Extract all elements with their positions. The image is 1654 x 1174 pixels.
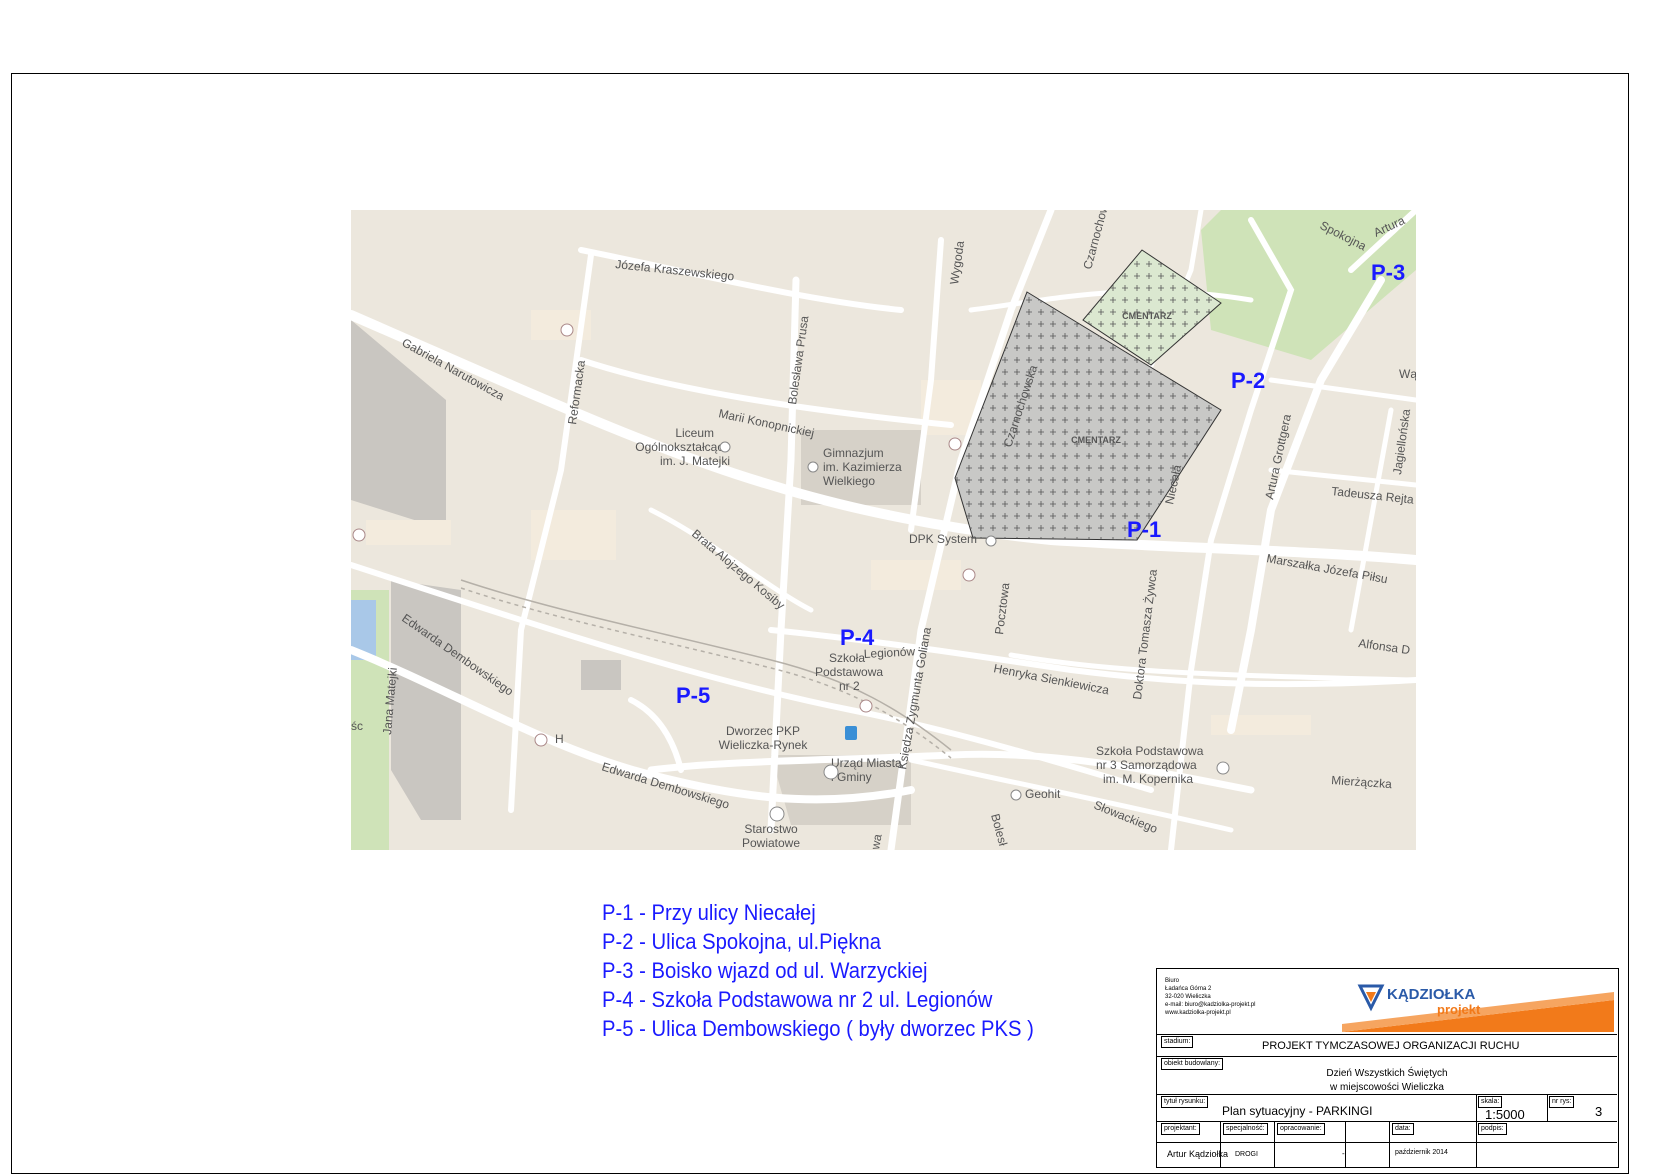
parking-marker-p1[interactable]: P-1 [1127, 517, 1161, 542]
designer-label: projektant: [1161, 1123, 1200, 1135]
place-label: Powiatowe [742, 836, 800, 850]
parking-legend: P-1 - Przy ulicy Niecałej P-2 - Ulica Sp… [602, 898, 1222, 1043]
school-icon [807, 461, 819, 473]
company-logo: KĄDZIOŁKA projekt [1342, 972, 1614, 1032]
designer-value: Artur Kądziołka [1167, 1149, 1229, 1159]
place-label: DPK System [909, 532, 977, 546]
legend-item-p4: P-4 - Szkoła Podstawowa nr 2 ul. Legionó… [602, 987, 993, 1012]
cemetery-label: CMENTARZ [1122, 311, 1172, 321]
parking-marker-p5[interactable]: P-5 [676, 683, 710, 708]
place-label: Liceum [675, 426, 714, 440]
parking-marker-p2[interactable]: P-2 [1231, 368, 1265, 393]
train-station-icon [845, 726, 857, 740]
map-area[interactable]: Józefa Kraszewskiego Gabriela Narutowicz… [351, 210, 1416, 850]
cemetery-label: CMENTARZ [1071, 435, 1121, 445]
place-label: nr 3 Samorządowa [1096, 758, 1197, 772]
date-value: październik 2014 [1395, 1149, 1448, 1156]
school-icon [1216, 761, 1230, 775]
scale-value: 1:5000 [1485, 1107, 1525, 1122]
place-label: Wieliczka-Rynek [719, 738, 809, 752]
hotel-icon [962, 568, 976, 582]
stadium-label: stadium: [1161, 1036, 1194, 1048]
government-icon [823, 764, 839, 780]
signature-label: podpis: [1478, 1123, 1507, 1135]
parking-marker-p4[interactable]: P-4 [840, 625, 875, 650]
place-label: Wielkiego [823, 474, 875, 488]
parking-marker-p3[interactable]: P-3 [1371, 260, 1405, 285]
drawing-title-value: Plan sytuacyjny - PARKINGI [1222, 1104, 1373, 1118]
poi-icon [985, 535, 997, 547]
legend-item-p1: P-1 - Przy ulicy Niecałej [602, 900, 816, 925]
title-block: Biuro Ładańca Górna 2 32-020 Wieliczka e… [1156, 968, 1619, 1168]
place-label: H [555, 732, 564, 746]
place-label: im. M. Kopernika [1103, 772, 1193, 786]
poi-icon [1010, 789, 1022, 801]
street-label: Wą [1399, 367, 1416, 381]
place-label: Dworzec PKP [726, 724, 800, 738]
drafted-label: opracowanie: [1277, 1123, 1325, 1135]
place-label: im. Kazimierza [823, 460, 902, 474]
date-label: data: [1392, 1123, 1414, 1135]
logo-subtext: projekt [1437, 1002, 1481, 1017]
school-icon [859, 699, 873, 713]
school-icon [719, 441, 731, 453]
place-label: Urząd Miasta [831, 756, 902, 770]
place-label: Geohit [1025, 787, 1061, 801]
government-icon [769, 806, 785, 822]
drawing-title-label: tytuł rysunku: [1161, 1096, 1209, 1108]
legend-item-p5: P-5 - Ulica Dembowskiego ( były dworzec … [602, 1016, 1034, 1041]
number-value: 3 [1595, 1104, 1603, 1119]
stadium-value: PROJEKT TYMCZASOWEJ ORGANIZACJI RUCHU [1262, 1040, 1520, 1052]
hotel-icon [352, 528, 366, 542]
place-label: nr 2 [839, 679, 860, 693]
object-value: Dzień Wszystkich Świętych w miejscowości… [1326, 1068, 1448, 1093]
place-label: Ogólnokształcące [635, 440, 730, 454]
place-label: im. J. Matejki [660, 454, 730, 468]
place-label: Szkoła Podstawowa [1096, 744, 1204, 758]
legend-item-p3: P-3 - Boisko wjazd od ul. Warzyckiej [602, 958, 928, 983]
number-label: nr rys: [1549, 1096, 1575, 1108]
hotel-icon [948, 437, 962, 451]
place-label: Starostwo [744, 822, 798, 836]
drafted-value: - [1342, 1149, 1345, 1158]
place-label: Gimnazjum [823, 446, 884, 460]
specialty-label: specjalność: [1223, 1123, 1268, 1135]
place-label: Podstawowa [815, 665, 883, 679]
specialty-value: DROGI [1235, 1151, 1258, 1158]
hotel-icon [560, 323, 574, 337]
legend-item-p2: P-2 - Ulica Spokojna, ul.Piękna [602, 929, 882, 954]
map-svg: Józefa Kraszewskiego Gabriela Narutowicz… [351, 210, 1416, 850]
industrial-area [391, 580, 461, 820]
hotel-icon [534, 733, 548, 747]
place-label: Szkoła [829, 651, 865, 665]
office-info: Biuro Ładańca Górna 2 32-020 Wieliczka e… [1165, 978, 1256, 1016]
street-label: śc [351, 719, 363, 733]
street-label: wa [868, 833, 885, 850]
logo-text: KĄDZIOŁKA [1387, 986, 1476, 1003]
